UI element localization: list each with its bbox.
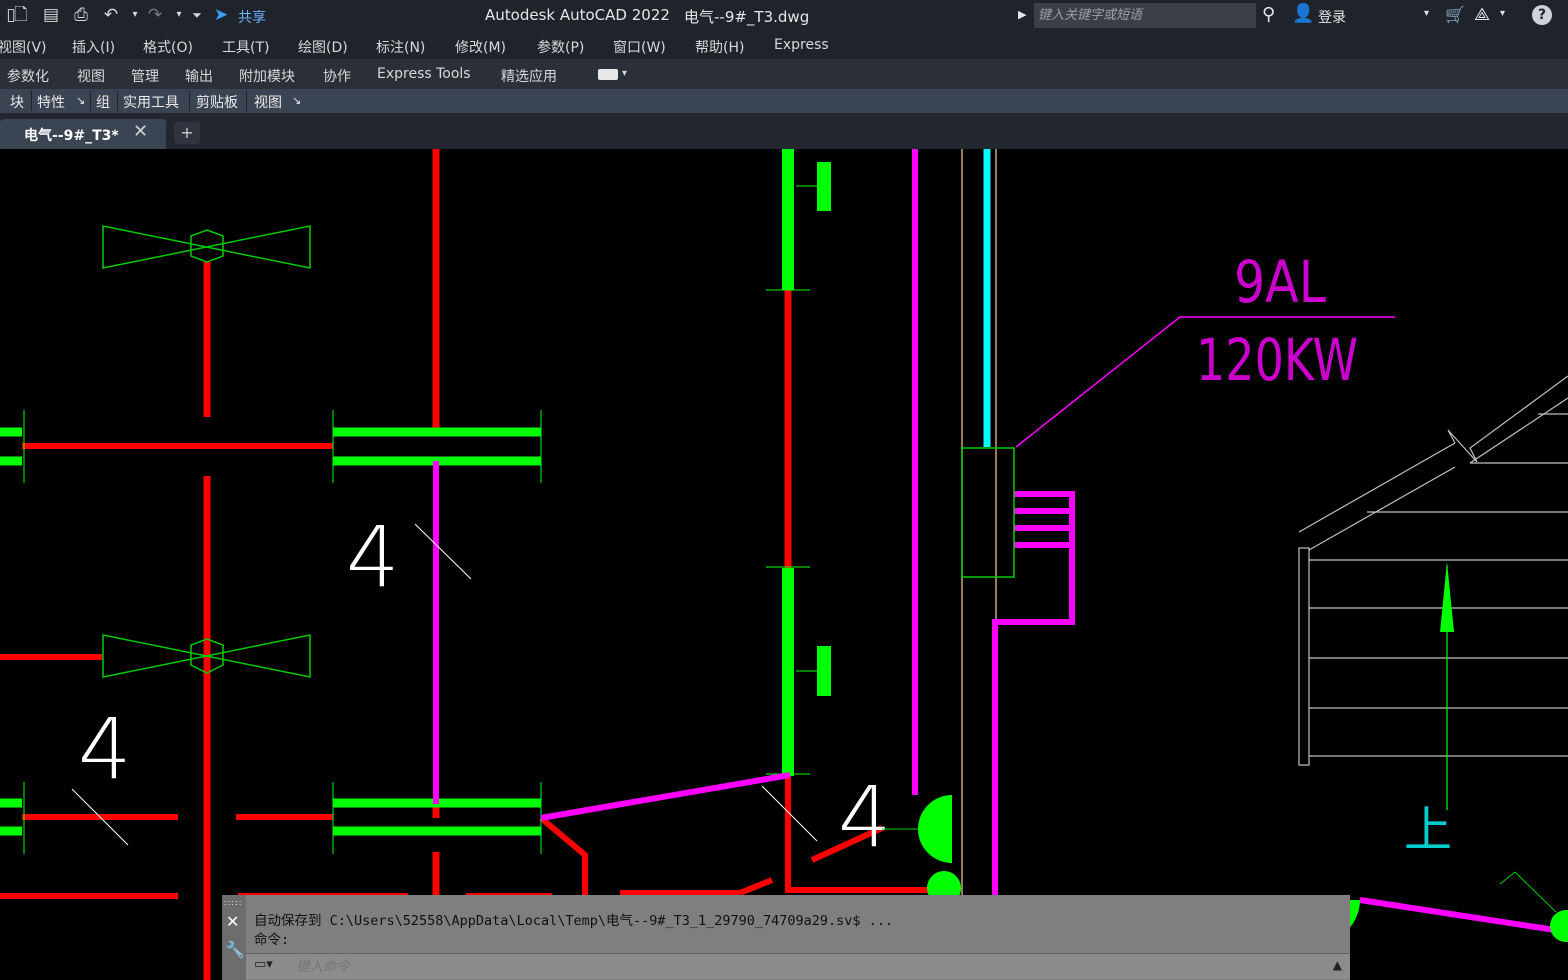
- menu-express[interactable]: Express: [774, 37, 829, 53]
- tab-collaborate[interactable]: 协作: [323, 66, 351, 86]
- menu-format[interactable]: 格式(O): [143, 37, 193, 57]
- ribbon-tabs: 参数化 视图 管理 输出 附加模块 协作 Express Tools 精选应用 …: [0, 59, 1568, 89]
- panel-clipboard[interactable]: 剪贴板: [196, 92, 238, 112]
- app-dropdown-icon[interactable]: ▾: [1500, 8, 1505, 19]
- autodesk-app-icon[interactable]: ⟁: [1474, 4, 1490, 25]
- drawing-canvas[interactable]: 9AL 120KW 4 4 4 上: [0, 149, 1568, 980]
- search-expand-icon[interactable]: ▶: [1018, 8, 1026, 21]
- circuit-number: 4: [78, 700, 131, 798]
- command-input-row: ▭▾ ▲: [246, 953, 1350, 979]
- tab-express-tools[interactable]: Express Tools: [377, 66, 471, 82]
- tab-output[interactable]: 输出: [185, 66, 213, 86]
- history-up-icon[interactable]: ▲: [1333, 958, 1342, 972]
- close-icon[interactable]: ✕: [226, 912, 239, 931]
- panel-group[interactable]: 组: [96, 92, 110, 112]
- close-icon[interactable]: ✕: [133, 121, 148, 142]
- share-icon[interactable]: ➤: [210, 4, 232, 26]
- user-icon[interactable]: 👤: [1292, 3, 1314, 24]
- command-line-window: ::::: ✕ 🔧 自动保存到 C:\Users\52558\AppData\L…: [222, 895, 1350, 980]
- file-title: 电气--9#_T3.dwg: [684, 8, 810, 26]
- circuit-number: 4: [346, 508, 399, 606]
- panel-separator: [246, 91, 247, 111]
- circuit-number: 4: [838, 768, 891, 866]
- help-icon[interactable]: ?: [1532, 5, 1552, 25]
- command-input[interactable]: [294, 956, 1298, 978]
- customize-quick-access-icon[interactable]: ⏷: [186, 4, 208, 26]
- menu-help[interactable]: 帮助(H): [695, 37, 744, 57]
- undo-dropdown-icon[interactable]: ▾: [124, 4, 146, 26]
- history-line: 自动保存到 C:\Users\52558\AppData\Local\Temp\…: [254, 913, 894, 929]
- panel-label-9al: 9AL: [1234, 248, 1326, 316]
- menu-insert[interactable]: 插入(I): [72, 37, 115, 57]
- menu-draw[interactable]: 绘图(D): [298, 37, 348, 57]
- document-tab-label: 电气--9#_T3*: [24, 128, 119, 144]
- title-bar: ▯ 🗋 ▤ ⎙ ↶ ▾ ↷ ▾ ⏷ ➤ 共享 Autodesk AutoCAD …: [0, 0, 1568, 32]
- document-tab-strip: 电气--9#_T3* ✕ +: [0, 113, 1568, 149]
- login-dropdown-icon[interactable]: ▾: [1424, 8, 1429, 19]
- panel-utilities[interactable]: 实用工具: [123, 92, 179, 112]
- tab-parametric[interactable]: 参数化: [7, 66, 49, 86]
- menu-parametric[interactable]: 参数(P): [537, 37, 584, 57]
- menu-view[interactable]: 视图(V): [0, 37, 47, 57]
- command-line-sidebar: ::::: ✕ 🔧: [222, 895, 246, 980]
- search-input[interactable]: 键入关键字或短语: [1034, 3, 1256, 28]
- share-label[interactable]: 共享: [238, 7, 266, 27]
- save-icon[interactable]: ▤: [40, 4, 62, 26]
- ribbon-panel-bar: 块 特性 ↘ 组 实用工具 剪贴板 视图 ↘: [0, 89, 1568, 113]
- login-label[interactable]: 登录: [1318, 7, 1346, 27]
- search-icon[interactable]: ⚲: [1262, 4, 1275, 25]
- open-file-icon[interactable]: 🗋: [10, 4, 32, 26]
- redo-icon[interactable]: ↷: [144, 4, 166, 26]
- ribbon-minimize-dropdown-icon[interactable]: ▾: [622, 68, 627, 79]
- tab-featured-apps[interactable]: 精选应用: [501, 66, 557, 86]
- panel-separator: [117, 91, 118, 111]
- command-prompt-icon[interactable]: ▭▾: [254, 957, 273, 972]
- tab-manage[interactable]: 管理: [131, 66, 159, 86]
- history-line: 命令:: [254, 932, 290, 948]
- undo-icon[interactable]: ↶: [100, 4, 122, 26]
- panel-separator: [189, 91, 190, 111]
- panel-separator: [31, 91, 32, 111]
- command-history: 自动保存到 C:\Users\52558\AppData\Local\Temp\…: [254, 912, 893, 950]
- panel-expand-icon[interactable]: ↘: [292, 94, 301, 107]
- customize-icon[interactable]: 🔧: [225, 940, 245, 959]
- drag-handle-icon[interactable]: :::::: [224, 898, 242, 907]
- menu-bar: 视图(V) 插入(I) 格式(O) 工具(T) 绘图(D) 标注(N) 修改(M…: [0, 32, 1568, 59]
- tab-view[interactable]: 视图: [77, 66, 105, 86]
- ribbon-minimize-icon[interactable]: [598, 69, 618, 80]
- menu-tools[interactable]: 工具(T): [222, 37, 269, 57]
- app-title: Autodesk AutoCAD 2022: [485, 6, 670, 24]
- stair-up-label: 上: [1404, 802, 1452, 858]
- menu-modify[interactable]: 修改(M): [455, 37, 506, 57]
- new-tab-button[interactable]: +: [174, 122, 200, 144]
- panel-block[interactable]: 块: [10, 92, 24, 112]
- tab-addins[interactable]: 附加模块: [239, 66, 295, 86]
- panel-expand-icon[interactable]: ↘: [76, 94, 85, 107]
- print-icon[interactable]: ⎙: [70, 4, 92, 26]
- panel-view[interactable]: 视图: [254, 92, 282, 112]
- panel-properties[interactable]: 特性: [37, 92, 65, 112]
- cart-icon[interactable]: 🛒: [1445, 5, 1465, 24]
- power-label-120kw: 120KW: [1196, 326, 1358, 394]
- document-tab[interactable]: 电气--9#_T3* ✕: [0, 119, 166, 149]
- menu-window[interactable]: 窗口(W): [613, 37, 666, 57]
- menu-dimension[interactable]: 标注(N): [376, 37, 425, 57]
- panel-separator: [90, 91, 91, 111]
